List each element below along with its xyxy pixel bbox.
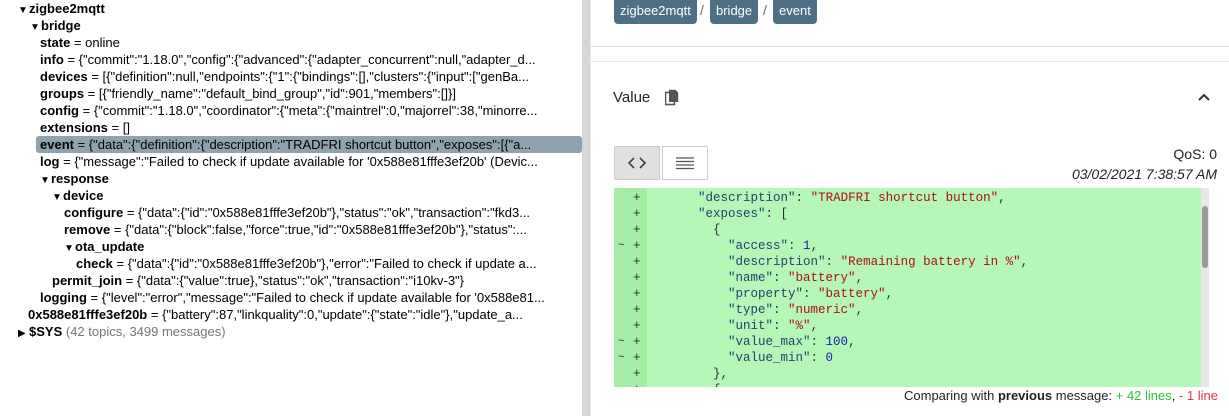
added-line-marker: + bbox=[633, 191, 641, 205]
diff-line-code: { bbox=[668, 223, 721, 237]
expanded-triangle-icon[interactable]: ▼ bbox=[52, 189, 63, 204]
tree-node-check[interactable]: check = {"data":{"id":"0x588e81fffe3ef20… bbox=[76, 255, 580, 272]
added-line-marker: + bbox=[633, 271, 641, 285]
tree-node-log[interactable]: log = {"message":"Failed to check if upd… bbox=[40, 153, 580, 170]
tree-node-ota-update[interactable]: ▼ota_update bbox=[64, 238, 144, 255]
added-line-marker: + bbox=[633, 367, 641, 381]
diff-scrollbar[interactable] bbox=[1201, 188, 1209, 387]
raw-view-button[interactable] bbox=[662, 146, 708, 180]
breadcrumb-event[interactable]: event bbox=[773, 0, 817, 24]
tree-node-bridge[interactable]: ▼bridge bbox=[30, 17, 81, 34]
diff-line-code: { bbox=[668, 382, 721, 387]
breadcrumb-separator: / bbox=[763, 2, 767, 18]
diff-line-code: "value_max": 100, bbox=[728, 335, 856, 349]
tree-node-zigbee2mqtt[interactable]: ▼zigbee2mqtt bbox=[18, 0, 105, 17]
chevron-up-icon[interactable] bbox=[1197, 92, 1211, 102]
tree-node-state[interactable]: state = online bbox=[40, 34, 120, 51]
diff-line-code: "description": "TRADFRI shortcut button"… bbox=[698, 191, 1006, 205]
topic-tree: ▼zigbee2mqtt ▼bridge state = online info… bbox=[0, 0, 582, 416]
diff-line-code: "property": "battery", bbox=[728, 287, 894, 301]
tree-node-config[interactable]: config = {"commit":"1.18.0","coordinator… bbox=[40, 102, 580, 119]
tree-node-permit-join[interactable]: permit_join = {"data":{"value":true},"st… bbox=[52, 272, 580, 289]
tree-node-sys[interactable]: ▶ $SYS (42 topics, 3499 messages) bbox=[18, 323, 226, 340]
expanded-triangle-icon[interactable]: ▼ bbox=[64, 240, 75, 255]
collapsed-triangle-icon[interactable]: ▶ bbox=[18, 325, 29, 340]
diff-line-code: "name": "battery", bbox=[728, 271, 864, 285]
added-line-marker: + bbox=[633, 239, 641, 253]
tree-node-device[interactable]: ▼device bbox=[52, 187, 103, 204]
tree-node-configure[interactable]: configure = {"data":{"id":"0x588e81fffe3… bbox=[64, 204, 580, 221]
expanded-triangle-icon[interactable]: ▼ bbox=[30, 19, 41, 34]
diff-view[interactable]: + "description": "TRADFRI shortcut butto… bbox=[614, 188, 1209, 387]
lines-icon bbox=[676, 157, 694, 170]
tree-node-groups[interactable]: groups = [{"friendly_name":"default_bind… bbox=[40, 85, 580, 102]
comparison-summary: Comparing with previous message: + 42 li… bbox=[904, 388, 1218, 403]
added-line-marker: + bbox=[633, 382, 641, 387]
added-line-marker: + bbox=[633, 223, 641, 237]
code-view-button[interactable] bbox=[614, 146, 660, 180]
tree-node-remove[interactable]: remove = {"data":{"block":false,"force":… bbox=[64, 221, 580, 238]
added-line-marker: + bbox=[633, 255, 641, 269]
copy-icon[interactable] bbox=[665, 89, 679, 107]
value-section-title: Value bbox=[613, 89, 651, 106]
tree-node-logging[interactable]: logging = {"level":"error","message":"Fa… bbox=[40, 289, 580, 306]
diff-scrollbar-thumb[interactable] bbox=[1202, 206, 1208, 268]
expanded-triangle-icon[interactable]: ▼ bbox=[40, 172, 51, 187]
removed-lines-count: - 1 line bbox=[1178, 388, 1218, 403]
tree-node-device-0x588e81fffe3ef20b[interactable]: 0x588e81fffe3ef20b = {"battery":87,"link… bbox=[28, 306, 580, 323]
changed-marker-icon: ~ bbox=[618, 240, 625, 252]
message-timestamp: 03/02/2021 7:38:57 AM bbox=[1071, 166, 1217, 182]
breadcrumb-separator: / bbox=[700, 2, 704, 18]
tree-node-event-selected[interactable]: event = {"data":{"definition":{"descript… bbox=[36, 136, 582, 153]
added-lines-count: + 42 lines bbox=[1115, 388, 1172, 403]
changed-marker-icon: ~ bbox=[618, 336, 625, 348]
diff-line-code: "type": "numeric", bbox=[728, 303, 864, 317]
added-line-marker: + bbox=[633, 207, 641, 221]
qos-label: QoS: 0 bbox=[1173, 146, 1217, 162]
tree-node-extensions[interactable]: extensions = [] bbox=[40, 119, 130, 136]
diff-line-code: "description": "Remaining battery in %", bbox=[728, 255, 1029, 269]
divider bbox=[591, 46, 1229, 47]
added-line-marker: + bbox=[633, 319, 641, 333]
breadcrumb-bridge[interactable]: bridge bbox=[710, 0, 759, 24]
tree-node-devices[interactable]: devices = [{"definition":null,"endpoints… bbox=[40, 68, 580, 85]
pane-splitter[interactable] bbox=[582, 0, 590, 416]
diff-line-code: }, bbox=[668, 367, 729, 381]
diff-line-code: "value_min": 0 bbox=[728, 351, 834, 365]
added-line-marker: + bbox=[633, 287, 641, 301]
breadcrumb-zigbee2mqtt[interactable]: zigbee2mqtt bbox=[614, 0, 697, 24]
added-line-marker: + bbox=[633, 335, 641, 349]
added-line-marker: + bbox=[633, 303, 641, 317]
changed-marker-icon: ~ bbox=[618, 352, 625, 364]
diff-line-code: "exposes": [ bbox=[698, 207, 789, 221]
diff-line-code: "unit": "%", bbox=[728, 319, 819, 333]
expanded-triangle-icon[interactable]: ▼ bbox=[18, 2, 29, 17]
details-panel: zigbee2mqtt / bridge / event Value QoS: … bbox=[591, 0, 1229, 416]
divider bbox=[591, 61, 1229, 62]
added-line-marker: + bbox=[633, 351, 641, 365]
tree-node-info[interactable]: info = {"commit":"1.18.0","config":{"adv… bbox=[40, 51, 580, 68]
diff-line-code: "access": 1, bbox=[728, 239, 819, 253]
tree-node-response[interactable]: ▼response bbox=[40, 170, 109, 187]
code-icon bbox=[627, 157, 647, 169]
